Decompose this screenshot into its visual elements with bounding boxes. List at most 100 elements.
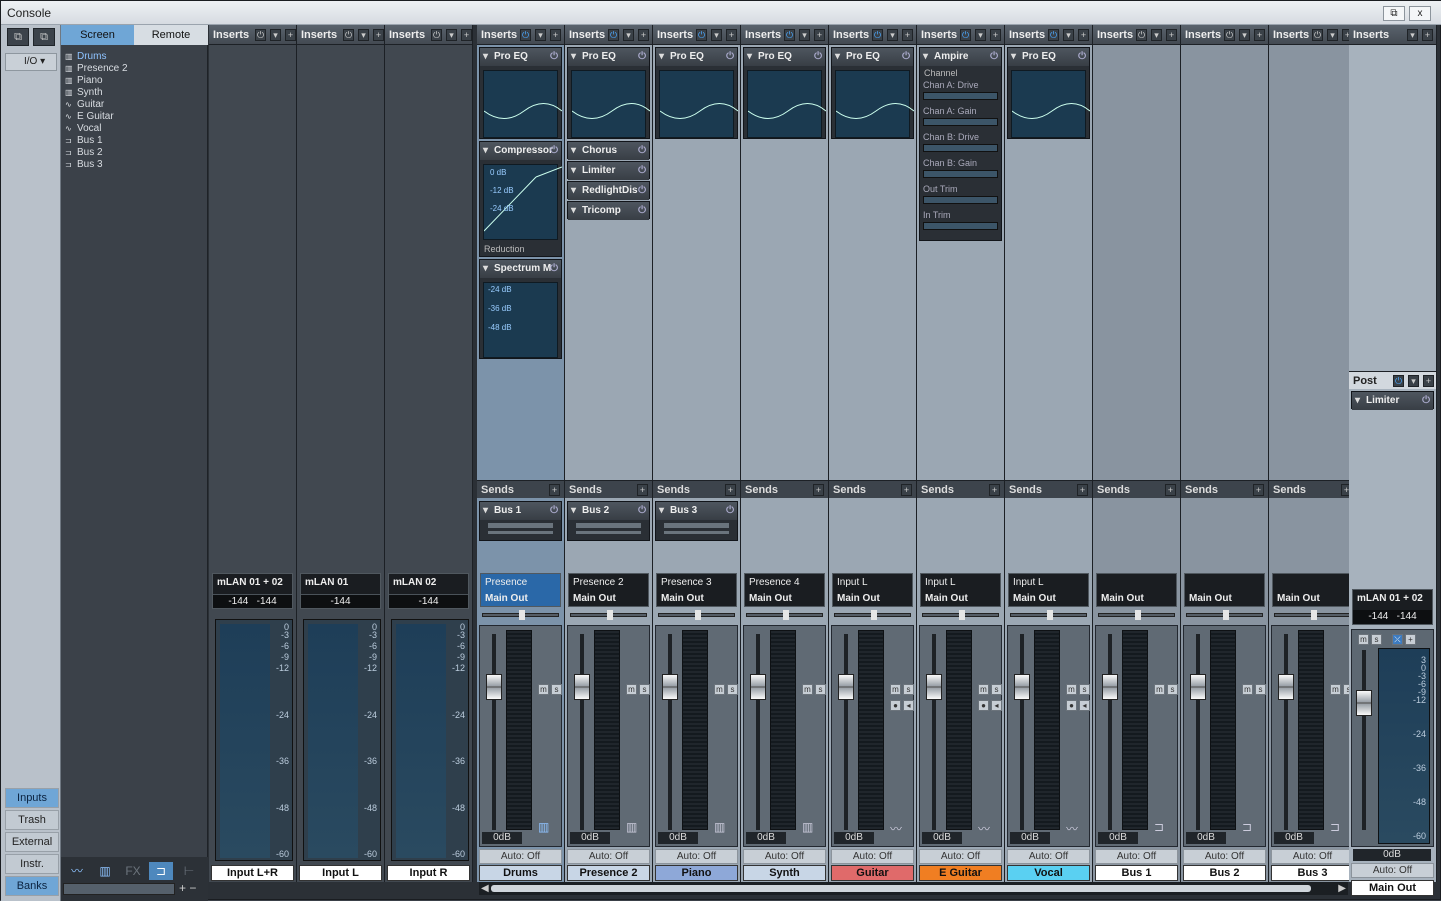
add-remove-icon[interactable]: + − [179,881,205,895]
inserts-add-icon[interactable]: + [1422,29,1433,41]
pan-slider[interactable] [1274,610,1351,620]
pan-slider[interactable] [746,610,823,620]
mute-button[interactable]: m [626,684,637,695]
pan-slider[interactable] [1098,610,1175,620]
insert-plugin[interactable]: Pro EQ ⏻ [655,47,739,139]
monitor-button[interactable]: ◂ [903,700,914,711]
input-name[interactable]: Input R [387,865,470,881]
inserts-power-icon[interactable]: ⏻ [1312,29,1323,41]
record-button[interactable]: ● [978,700,989,711]
mute-button[interactable]: m [714,684,725,695]
power-icon[interactable]: ⏻ [726,502,734,520]
audio-filter-icon[interactable]: 〰 [65,862,89,880]
input-source-box[interactable]: mLAN 01 -144 [300,573,381,609]
automation-button[interactable]: Auto: Off [1351,863,1434,878]
main-volume-fader[interactable] [1356,690,1372,716]
ampire-param-slider[interactable] [923,196,998,204]
tab-remote[interactable]: Remote [134,25,208,45]
sends-add-icon[interactable]: + [1253,484,1264,496]
send-pan[interactable] [488,531,553,534]
volume-fader[interactable] [662,674,678,700]
inserts-menu-icon[interactable]: ▾ [799,29,810,41]
solo-button[interactable]: s [551,684,562,695]
inserts-menu-icon[interactable]: ▾ [1063,29,1074,41]
insert-plugin[interactable]: Compressor⏻ 0 dB -12 dB -24 dB Reduction [479,141,563,257]
sends-add-icon[interactable]: + [901,484,912,496]
ampire-param-slider[interactable] [923,170,998,178]
inserts-menu-icon[interactable]: ▾ [711,29,722,41]
send-pan[interactable] [664,531,729,534]
pan-knob[interactable] [871,610,877,620]
solo-button[interactable]: s [1079,684,1090,695]
insert-plugin[interactable]: Pro EQ ⏻ [831,47,915,139]
volume-fader[interactable] [1102,674,1118,700]
post-power-icon[interactable]: ⏻ [1393,375,1404,387]
solo-button[interactable]: s [1255,684,1266,695]
insert-plugin[interactable]: Limiter ⏻ [567,161,650,180]
power-icon[interactable]: ⏻ [550,502,558,520]
browser-item[interactable]: ∿ E Guitar [65,110,205,122]
channel-name[interactable]: Piano [655,865,738,881]
tab-external[interactable]: External [5,832,59,852]
volume-fader[interactable] [926,674,942,700]
pan-slider[interactable] [1010,610,1087,620]
insert-plugin[interactable]: Pro EQ ⏻ [567,47,651,139]
inserts-power-icon[interactable]: ⏻ [696,29,707,41]
inserts-add-icon[interactable]: + [285,29,296,41]
power-icon[interactable]: ⏻ [1422,392,1430,410]
routing-box[interactable]: Presence 2 Main Out [568,573,649,607]
sends-add-icon[interactable]: + [549,484,560,496]
inserts-menu-icon[interactable]: ▾ [887,29,898,41]
sends-add-icon[interactable]: + [813,484,824,496]
insert-plugin[interactable]: Chorus ⏻ [567,141,650,160]
automation-button[interactable]: Auto: Off [919,849,1002,864]
browser-item[interactable]: ▥ Drums [65,50,205,62]
pan-knob[interactable] [959,610,965,620]
tab-banks[interactable]: Banks [5,876,59,896]
pan-slider[interactable] [482,610,559,620]
horizontal-scrollbar[interactable]: ◀ ▶ [479,882,1348,895]
insert-plugin[interactable]: Ampire ⏻ChannelChan A: Drive Chan A: Gain C… [919,47,1002,241]
inserts-power-icon[interactable]: ⏻ [431,29,442,41]
insert-plugin[interactable]: Spectrum M⏻ -24 dB -36 dB -48 dB [479,259,562,359]
automation-button[interactable]: Auto: Off [743,849,826,864]
inserts-add-icon[interactable]: + [1078,29,1089,41]
sends-add-icon[interactable]: + [989,484,1000,496]
channel-name[interactable]: Vocal [1007,865,1090,881]
mute-button[interactable]: m [890,684,901,695]
pan-knob[interactable] [783,610,789,620]
mute-button[interactable]: m [978,684,989,695]
routing-box[interactable]: Presence 3 Main Out [656,573,737,607]
browser-item[interactable]: ⊐ Bus 3 [65,158,205,170]
inserts-power-icon[interactable]: ⏻ [872,29,883,41]
browser-scrollbar[interactable] [63,883,175,895]
inserts-add-icon[interactable]: + [726,29,737,41]
solo-button[interactable]: s [991,684,1002,695]
inserts-power-icon[interactable]: ⏻ [255,29,266,41]
inserts-menu-icon[interactable]: ▾ [1407,29,1418,41]
mute-button[interactable]: m [1154,684,1165,695]
send-slot[interactable]: Bus 2 ⏻ [567,501,650,541]
volume-fader[interactable] [750,674,766,700]
close-button[interactable]: x [1409,6,1431,21]
pan-knob[interactable] [695,610,701,620]
mute-button[interactable]: m [1242,684,1253,695]
power-icon[interactable]: ⏻ [726,48,734,66]
inserts-menu-icon[interactable]: ▾ [975,29,986,41]
io-dropdown[interactable]: I/O ▾ [5,53,57,71]
sends-add-icon[interactable]: + [725,484,736,496]
inserts-add-icon[interactable]: + [1166,29,1177,41]
solo-button[interactable]: s [639,684,650,695]
send-slot[interactable]: Bus 1 ⏻ [479,501,562,541]
browser-item[interactable]: ⊐ Bus 1 [65,134,205,146]
send-pan[interactable] [576,531,641,534]
input-name[interactable]: Input L [299,865,382,881]
solo-button[interactable]: s [903,684,914,695]
channel-name[interactable]: Presence 2 [567,865,650,881]
main-source-box[interactable]: mLAN 01 + 02 -144 -144 [1352,589,1433,625]
channel-name[interactable]: Guitar [831,865,914,881]
pan-knob[interactable] [607,610,613,620]
pan-knob[interactable] [519,610,525,620]
inserts-add-icon[interactable]: + [990,29,1001,41]
pan-knob[interactable] [1047,610,1053,620]
